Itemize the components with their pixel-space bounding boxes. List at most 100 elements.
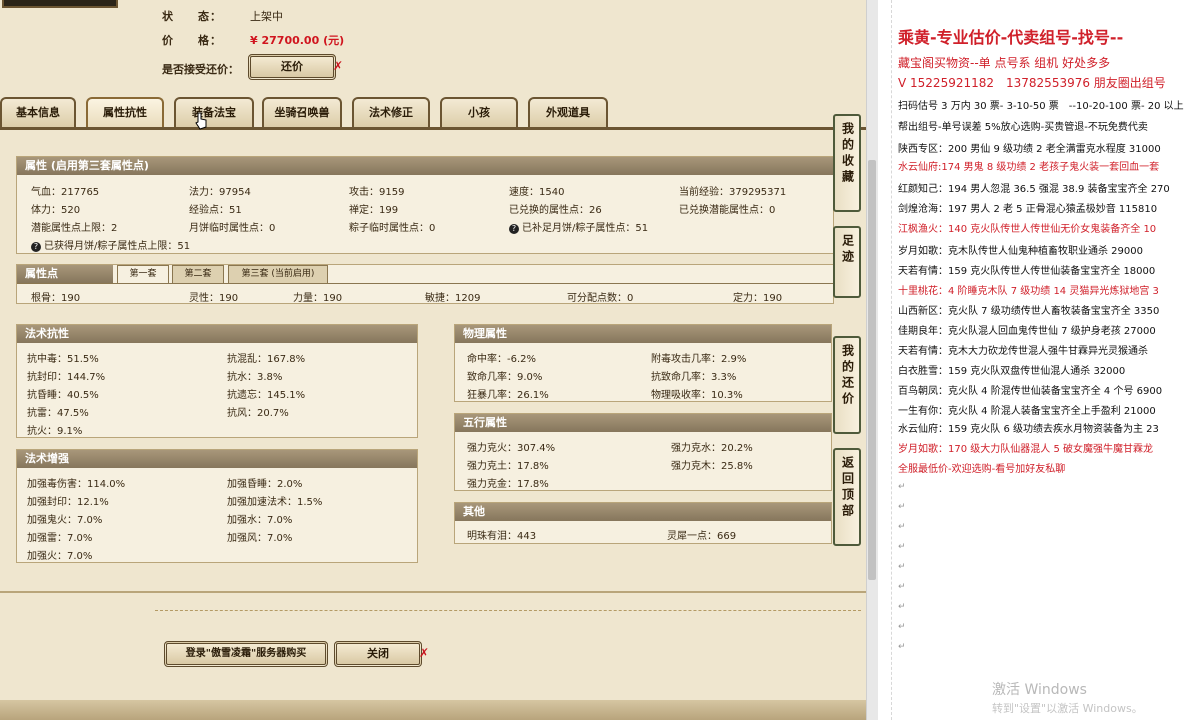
doc-line: 水云仙府：159 克火队 6 级功绩去疾水月物资装备为主 23	[898, 424, 1159, 435]
paragraph-mark: ↵	[898, 502, 906, 512]
phys-poison-attack: 附毒攻击几率：2.9%	[651, 354, 747, 365]
tab-mounts-summons[interactable]: 坐骑召唤兽	[262, 97, 342, 127]
points-strength: 力量：190	[293, 293, 343, 304]
paragraph-mark: ↵	[898, 622, 906, 632]
doc-line: 十里桃花：4 阶睡克木队 7 级功绩 14 灵猫异光炼狱地宫 3	[898, 286, 1159, 297]
tab-underline	[0, 127, 866, 130]
doc-line: 一生有你：克火队 4 阶混人装备宝宝齐全上手盈利 21000	[898, 406, 1156, 417]
doc-line: 白衣胜雪：159 克火队双盘传世仙混人通杀 32000	[898, 366, 1126, 377]
points-spirit: 灵性：190	[189, 293, 239, 304]
five-elements-panel: 五行属性 强力克火：307.4% 强力克水：20.2% 强力克土：17.8% 强…	[454, 413, 832, 491]
resist-poison: 抗中毒：51.5%	[27, 354, 99, 365]
five-elements-title: 五行属性	[455, 414, 831, 432]
attributes-panel-title: 属性 (启用第三套属性点)	[17, 157, 833, 175]
doc-line: 剑煌沧海：197 男人 2 老 5 正骨混心猿孟极妙音 115810	[898, 204, 1158, 215]
tab-bar: 基本信息 属性抗性 装备法宝 坐骑召唤兽 法术修正 小孩 外观道具	[0, 95, 866, 129]
subtab-set-3[interactable]: 第三套 (当前启用)	[228, 265, 328, 283]
paragraph-mark: ↵	[898, 582, 906, 592]
doc-title: 乘黄-专业估价-代卖组号-找号--	[898, 28, 1124, 47]
elem-vs-fire: 强力克火：307.4%	[467, 443, 556, 454]
doc-line: 岁月如歌：克木队传世人仙鬼种植畜牧职业通杀 29000	[898, 246, 1143, 257]
subtab-set-2[interactable]: 第二套	[172, 265, 224, 283]
my-bargain-button[interactable]: 我的还价	[833, 336, 861, 434]
doc-line: 岁月如歌：170 级大力队仙器混人 5 破女魔强牛魔甘霖龙	[898, 444, 1153, 455]
tab-basic-info[interactable]: 基本信息	[0, 97, 76, 127]
phys-anti-crit: 抗致命几率：3.3%	[651, 372, 737, 383]
doc-line: 天若有情：克木大力砍龙传世混人强牛甘霖异光灵猴通杀	[898, 346, 1148, 357]
doc-line: 全服最低价-欢迎选购-看号加好友私聊	[898, 464, 1066, 475]
document-pane: 乘黄-专业估价-代卖组号-找号-- 藏宝阁买物资--单 点号系 组机 好处多多 V…	[878, 0, 1188, 720]
phys-crit: 致命几率：9.0%	[467, 372, 543, 383]
enhance-wind: 加强风：7.0%	[227, 533, 293, 544]
doc-line: 天若有情：159 克火队传世人传世仙装备宝宝齐全 18000	[898, 266, 1156, 277]
doc-line: 陕西专区：200 男仙 9 级功绩 2 老全满雷克水程度 31000	[898, 144, 1161, 155]
attr-current-exp: 当前经验：379295371	[679, 187, 787, 198]
scrollbar-thumb[interactable]	[868, 160, 876, 580]
enhance-haste: 加强加速法术：1.5%	[227, 497, 323, 508]
doc-line: 扫码估号 3 万内 30 票- 3-10-50 票 --10-20-100 票-…	[898, 101, 1184, 112]
attr-zongzi-temp: 粽子临时属性点：0	[349, 223, 436, 234]
attr-stamina: 体力：520	[31, 205, 81, 216]
subtab-set-1[interactable]: 第一套	[117, 265, 169, 283]
points-agility: 敏捷：1209	[425, 293, 481, 304]
elem-vs-metal: 强力克金：17.8%	[467, 479, 549, 490]
enhance-ghostfire: 加强鬼火：7.0%	[27, 515, 103, 526]
resist-wind: 抗风：20.7%	[227, 408, 289, 419]
close-x-icon[interactable]: ✗	[419, 646, 429, 660]
attributes-panel: 属性 (启用第三套属性点) 气血：217765 法力：97954 攻击：9159…	[16, 156, 834, 254]
resist-fire: 抗火：9.1%	[27, 426, 83, 437]
tab-spell-correction[interactable]: 法术修正	[352, 97, 430, 127]
doc-line: 佳期良年：克火队混人回血鬼传世仙 7 级护身老孩 27000	[898, 326, 1156, 337]
spell-enhance-title: 法术增强	[17, 450, 417, 468]
attr-hp: 气血：217765	[31, 187, 100, 198]
enhance-sleep: 加强昏睡：2.0%	[227, 479, 303, 490]
other-panel-title: 其他	[455, 503, 831, 521]
counter-offer-close-icon[interactable]: ✗	[333, 59, 343, 73]
mouse-cursor-icon	[194, 112, 208, 130]
counter-offer-label: 是否接受还价：	[162, 63, 239, 76]
other-rhino-point: 灵犀一点：669	[667, 531, 737, 542]
back-to-top-button[interactable]: 返回顶部	[833, 448, 861, 546]
points-endurance: 定力：190	[733, 293, 783, 304]
physical-attributes-panel: 物理属性 命中率：-6.2% 附毒攻击几率：2.9% 致命几率：9.0% 抗致命…	[454, 324, 832, 402]
divider	[0, 591, 866, 593]
tab-equipment[interactable]: 装备法宝	[174, 97, 254, 127]
other-panel: 其他 明珠有泪：443 灵犀一点：669	[454, 502, 832, 544]
attr-meditation: 禅定：199	[349, 205, 399, 216]
attr-mooncake-temp: 月饼临时属性点：0	[189, 223, 276, 234]
attribute-points-panel: 属性点 第一套 第二套 第三套 (当前启用) 根骨：190 灵性：190 力量：…	[16, 264, 834, 304]
attr-obtained-cap: ? 已获得月饼/粽子属性点上限：51	[31, 237, 190, 252]
footprint-button[interactable]: 足迹	[833, 226, 861, 298]
paragraph-mark: ↵	[898, 602, 906, 612]
attribute-points-title: 属性点	[17, 265, 113, 283]
resist-water: 抗水：3.8%	[227, 372, 283, 383]
attr-supplemented: ? 已补足月饼/粽子属性点：51	[509, 219, 648, 234]
points-constitution: 根骨：190	[31, 293, 81, 304]
counter-offer-button[interactable]: 还价	[248, 54, 336, 80]
resist-forget: 抗遗忘：145.1%	[227, 390, 306, 401]
doc-line: V 15225921182 13782553976 朋友圈出组号	[898, 76, 1166, 90]
tab-attributes[interactable]: 属性抗性	[86, 97, 164, 127]
price-value: ¥ 27700.00 (元)	[250, 34, 345, 47]
divider	[155, 610, 861, 611]
status-value: 上架中	[250, 10, 283, 23]
enhance-fire: 加强火：7.0%	[27, 551, 93, 562]
points-assignable: 可分配点数：0	[567, 293, 634, 304]
resist-sleep: 抗昏睡：40.5%	[27, 390, 99, 401]
tab-children[interactable]: 小孩	[440, 97, 518, 127]
help-icon[interactable]: ?	[509, 224, 519, 234]
doc-line: 江枫渔火：140 克火队传世人传世仙无价女鬼装备齐全 10	[898, 224, 1157, 235]
phys-absorb: 物理吸收率：10.3%	[651, 390, 743, 401]
enhance-seal: 加强封印：12.1%	[27, 497, 109, 508]
tab-appearance[interactable]: 外观道具	[528, 97, 608, 127]
my-favorites-button[interactable]: 我的收藏	[833, 114, 861, 212]
close-button[interactable]: 关闭	[334, 641, 422, 667]
listing-page: 状 态： 上架中 价 格： ¥ 27700.00 (元) 是否接受还价： 还价 …	[0, 0, 866, 720]
login-buy-button[interactable]: 登录"傲雪凌霜"服务器购买	[164, 641, 328, 667]
attr-potential-cap: 潜能属性点上限：2	[31, 223, 118, 234]
bottom-bar	[0, 700, 866, 720]
other-pearl-tears: 明珠有泪：443	[467, 531, 537, 542]
attr-redeemed-points: 已兑换的属性点：26	[509, 205, 602, 216]
help-icon[interactable]: ?	[31, 242, 41, 252]
enhance-poison: 加强毒伤害：114.0%	[27, 479, 126, 490]
